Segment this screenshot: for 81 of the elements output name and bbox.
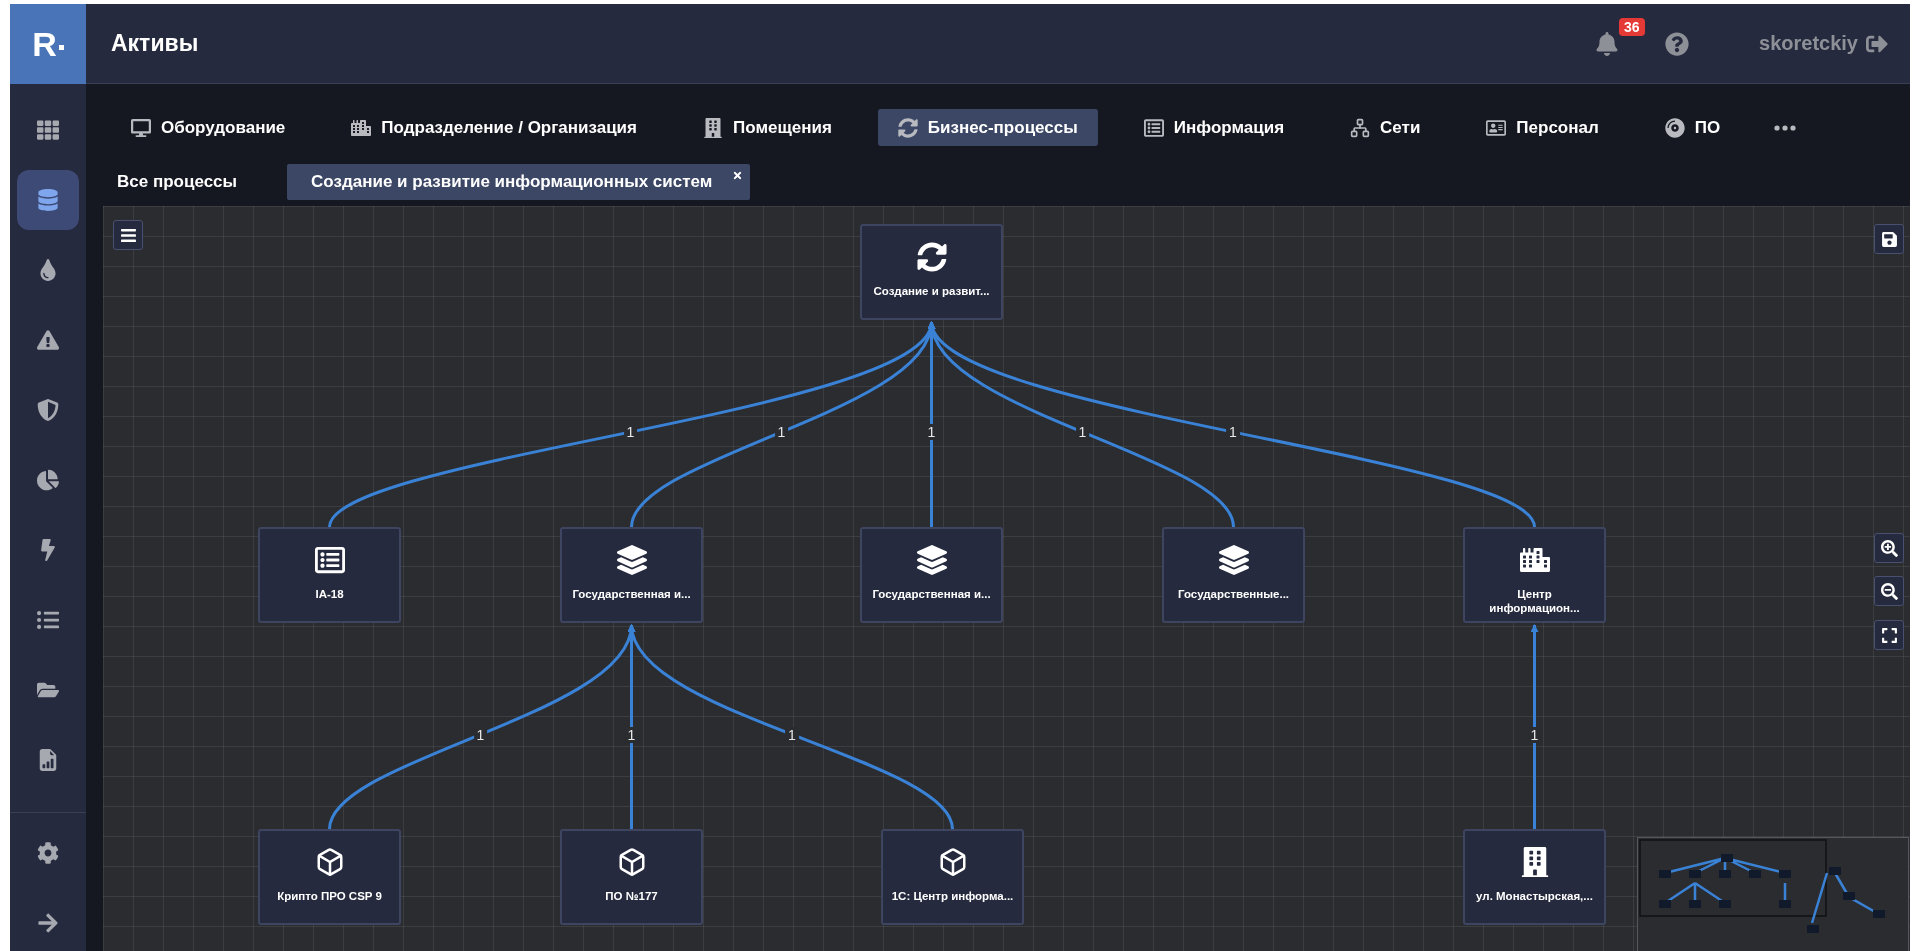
tab[interactable]: Бизнес-процессы	[877, 109, 1098, 146]
node-label: Создание и развит...	[872, 284, 991, 298]
database-icon	[37, 189, 59, 211]
node-label: 1С: Центр информа...	[890, 889, 1015, 903]
menu-button[interactable]	[113, 220, 143, 250]
edge-label: 1	[774, 424, 789, 440]
expand-icon	[1880, 626, 1898, 644]
zoom-in-icon	[1880, 539, 1898, 557]
node-label: Центр информацион...	[1488, 587, 1581, 615]
sync-icon	[916, 242, 947, 272]
tab[interactable]: Информация	[1123, 109, 1305, 146]
node-label: Государственная и...	[871, 587, 992, 601]
edge-label: 1	[1226, 424, 1240, 440]
warning-icon	[37, 329, 59, 351]
tab[interactable]: Сети	[1330, 109, 1441, 146]
node-card[interactable]: Государственная и...	[560, 527, 703, 623]
report-icon	[37, 749, 59, 771]
settings-icon	[37, 842, 59, 864]
desktop-icon	[131, 117, 151, 138]
list-icon	[37, 609, 59, 631]
arrow-right-icon	[37, 912, 59, 934]
node-card[interactable]: Государственная и...	[860, 527, 1003, 623]
node-label: Государственные...	[1176, 587, 1291, 601]
layers-icon	[916, 545, 947, 575]
fit-button[interactable]	[1874, 620, 1904, 650]
sync-icon	[897, 117, 918, 138]
grid-icon	[37, 119, 59, 141]
page-title: Активы	[111, 30, 200, 57]
close-icon[interactable]	[732, 170, 744, 181]
tab[interactable]: Помещения	[683, 109, 852, 146]
edge-label: 1	[623, 424, 638, 440]
node-card[interactable]: Государственные...	[1162, 527, 1305, 623]
bell-icon	[1595, 31, 1620, 56]
city-icon	[1519, 545, 1550, 575]
document-icon	[1143, 117, 1164, 138]
sidebar-item[interactable]	[17, 170, 79, 230]
node-card[interactable]: IA-18	[258, 527, 401, 623]
minimap[interactable]	[1637, 837, 1909, 951]
tab[interactable]: ПО	[1644, 109, 1741, 146]
zoom-out-button[interactable]	[1874, 576, 1904, 606]
save-icon	[1880, 230, 1898, 248]
node-label: ПО №177	[604, 889, 659, 903]
id-card-icon	[1486, 117, 1507, 138]
node-card[interactable]: Создание и развит...	[860, 224, 1003, 320]
subtab[interactable]: Все процессы	[111, 164, 244, 200]
node-label: IA-18	[314, 587, 345, 601]
notifications-button[interactable]	[1595, 31, 1620, 56]
node-card[interactable]: ул. Монастырская,...	[1463, 829, 1606, 925]
menu-icon	[119, 226, 137, 244]
logo[interactable]: R	[10, 4, 86, 84]
network-icon	[1350, 117, 1371, 138]
notification-count: 36	[1619, 17, 1645, 36]
building-icon	[1519, 847, 1550, 877]
node-card[interactable]: Центр информацион...	[1463, 527, 1606, 623]
node-label: ул. Монастырская,...	[1475, 889, 1594, 903]
save-button[interactable]	[1874, 224, 1904, 254]
user-name[interactable]: skoretckiy	[1759, 32, 1858, 55]
tab[interactable]: Подразделение / Организация	[331, 109, 657, 146]
node-label: Государственная и...	[571, 587, 692, 601]
edge-label: 1	[785, 726, 799, 743]
node-label: Крипто ПРО CSP 9	[276, 889, 383, 903]
node-card[interactable]: ПО №177	[560, 829, 703, 925]
pie-chart-icon	[37, 469, 59, 491]
ellipsis-icon	[1774, 124, 1797, 131]
zoom-out-icon	[1880, 582, 1898, 600]
subtab[interactable]: Создание и развитие информационных систем	[287, 164, 751, 200]
node-card[interactable]: Крипто ПРО CSP 9	[258, 829, 401, 925]
help-button[interactable]	[1665, 31, 1690, 56]
layers-icon	[1218, 545, 1249, 575]
layers-icon	[616, 545, 647, 575]
shield-icon	[37, 399, 59, 421]
node-card[interactable]: 1С: Центр информа...	[881, 829, 1024, 925]
tab[interactable]: Персонал	[1466, 109, 1619, 146]
drop-icon	[37, 259, 59, 281]
zoom-in-button[interactable]	[1874, 533, 1904, 563]
city-icon	[351, 117, 372, 138]
building-icon	[703, 117, 723, 138]
help-icon	[1665, 31, 1690, 56]
edge-label: 1	[1075, 424, 1090, 440]
tab[interactable]: Оборудование	[111, 109, 306, 146]
document-icon	[314, 545, 345, 575]
